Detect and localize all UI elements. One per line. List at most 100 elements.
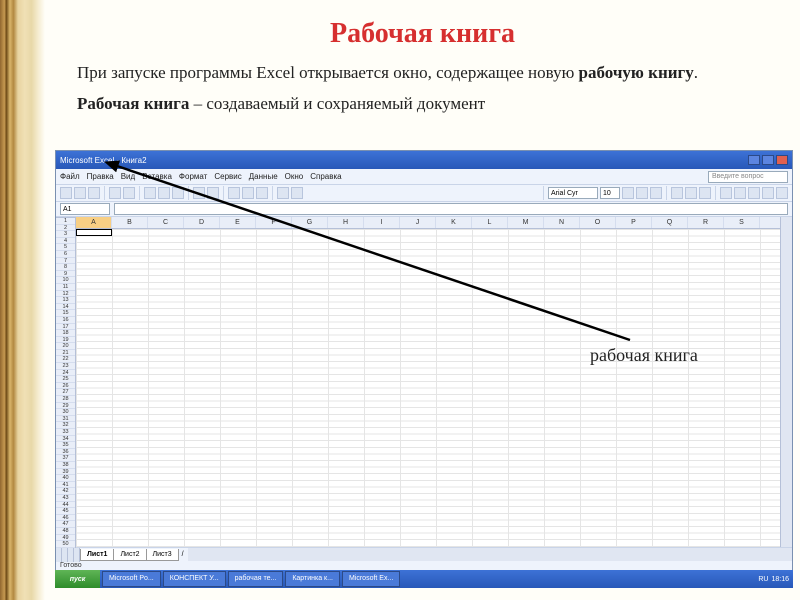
row-header-9[interactable]: 9: [56, 271, 75, 278]
taskbar-item-2[interactable]: КОНСПЕКТ У...: [163, 571, 226, 587]
drawing-icon[interactable]: [291, 187, 303, 199]
chart-icon[interactable]: [277, 187, 289, 199]
menu-tools[interactable]: Сервис: [214, 172, 241, 181]
sheet-tab-2[interactable]: Лист2: [113, 549, 146, 561]
cut-icon[interactable]: [144, 187, 156, 199]
menu-help[interactable]: Справка: [310, 172, 341, 181]
save-icon[interactable]: [88, 187, 100, 199]
column-header-N[interactable]: N: [544, 217, 580, 228]
close-icon[interactable]: [776, 155, 788, 165]
percent-icon[interactable]: [734, 187, 746, 199]
column-header-L[interactable]: L: [472, 217, 508, 228]
taskbar-item-4[interactable]: Картинка к...: [285, 571, 340, 587]
taskbar-item-1[interactable]: Microsoft Po...: [102, 571, 161, 587]
column-header-B[interactable]: B: [112, 217, 148, 228]
row-header-31[interactable]: 31: [56, 416, 75, 423]
row-header-24[interactable]: 24: [56, 370, 75, 377]
column-header-F[interactable]: F: [256, 217, 292, 228]
row-header-34[interactable]: 34: [56, 436, 75, 443]
row-header-26[interactable]: 26: [56, 383, 75, 390]
font-size-selector[interactable]: 10: [600, 187, 620, 199]
row-header-3[interactable]: 3: [56, 231, 75, 238]
row-header-41[interactable]: 41: [56, 482, 75, 489]
start-button[interactable]: пуск: [55, 570, 100, 588]
font-color-icon[interactable]: [776, 187, 788, 199]
new-icon[interactable]: [60, 187, 72, 199]
open-icon[interactable]: [74, 187, 86, 199]
row-header-40[interactable]: 40: [56, 475, 75, 482]
column-header-C[interactable]: C: [148, 217, 184, 228]
column-header-R[interactable]: R: [688, 217, 724, 228]
column-header-A[interactable]: A: [76, 217, 112, 228]
row-header-12[interactable]: 12: [56, 291, 75, 298]
menu-edit[interactable]: Правка: [87, 172, 114, 181]
row-header-11[interactable]: 11: [56, 284, 75, 291]
tab-nav-arrows[interactable]: [56, 548, 80, 562]
row-header-43[interactable]: 43: [56, 495, 75, 502]
row-header-48[interactable]: 48: [56, 528, 75, 535]
name-box[interactable]: A1: [60, 203, 110, 215]
row-header-23[interactable]: 23: [56, 363, 75, 370]
sheet-tab-1[interactable]: Лист1: [80, 549, 114, 561]
row-header-28[interactable]: 28: [56, 396, 75, 403]
row-header-22[interactable]: 22: [56, 356, 75, 363]
formula-input[interactable]: [114, 203, 788, 215]
row-header-19[interactable]: 19: [56, 337, 75, 344]
help-question-input[interactable]: Введите вопрос: [708, 171, 788, 183]
undo-icon[interactable]: [193, 187, 205, 199]
column-header-Q[interactable]: Q: [652, 217, 688, 228]
menu-insert[interactable]: Вставка: [142, 172, 172, 181]
currency-icon[interactable]: [720, 187, 732, 199]
row-header-30[interactable]: 30: [56, 409, 75, 416]
italic-icon[interactable]: [636, 187, 648, 199]
row-header-21[interactable]: 21: [56, 350, 75, 357]
taskbar-item-5[interactable]: Microsoft Ex...: [342, 571, 400, 587]
row-header-6[interactable]: 6: [56, 251, 75, 258]
row-header-25[interactable]: 25: [56, 376, 75, 383]
row-header-4[interactable]: 4: [56, 238, 75, 245]
maximize-icon[interactable]: [762, 155, 774, 165]
row-header-39[interactable]: 39: [56, 469, 75, 476]
sheet-tab-3[interactable]: Лист3: [146, 549, 179, 561]
menu-file[interactable]: Файл: [60, 172, 80, 181]
row-header-18[interactable]: 18: [56, 330, 75, 337]
cell-grid[interactable]: [76, 229, 780, 547]
column-header-K[interactable]: K: [436, 217, 472, 228]
paste-icon[interactable]: [172, 187, 184, 199]
menu-window[interactable]: Окно: [285, 172, 304, 181]
active-cell[interactable]: [76, 229, 112, 236]
column-header-D[interactable]: D: [184, 217, 220, 228]
lang-indicator[interactable]: RU: [758, 576, 768, 583]
menu-data[interactable]: Данные: [249, 172, 278, 181]
fill-color-icon[interactable]: [762, 187, 774, 199]
menu-view[interactable]: Вид: [121, 172, 135, 181]
row-header-45[interactable]: 45: [56, 508, 75, 515]
row-header-13[interactable]: 13: [56, 297, 75, 304]
column-header-G[interactable]: G: [292, 217, 328, 228]
font-selector[interactable]: Arial Cyr: [548, 187, 598, 199]
column-header-S[interactable]: S: [724, 217, 760, 228]
row-header-47[interactable]: 47: [56, 521, 75, 528]
sum-icon[interactable]: [228, 187, 240, 199]
row-header-8[interactable]: 8: [56, 264, 75, 271]
copy-icon[interactable]: [158, 187, 170, 199]
row-header-37[interactable]: 37: [56, 455, 75, 462]
bold-icon[interactable]: [622, 187, 634, 199]
row-header-36[interactable]: 36: [56, 449, 75, 456]
align-right-icon[interactable]: [699, 187, 711, 199]
row-header-42[interactable]: 42: [56, 488, 75, 495]
row-header-1[interactable]: 1: [56, 218, 75, 225]
row-header-2[interactable]: 2: [56, 225, 75, 232]
column-header-E[interactable]: E: [220, 217, 256, 228]
preview-icon[interactable]: [123, 187, 135, 199]
sort-asc-icon[interactable]: [242, 187, 254, 199]
row-header-20[interactable]: 20: [56, 343, 75, 350]
row-header-33[interactable]: 33: [56, 429, 75, 436]
vertical-scrollbar[interactable]: [780, 217, 792, 547]
row-header-17[interactable]: 17: [56, 324, 75, 331]
row-header-10[interactable]: 10: [56, 277, 75, 284]
column-header-J[interactable]: J: [400, 217, 436, 228]
align-center-icon[interactable]: [685, 187, 697, 199]
column-header-O[interactable]: O: [580, 217, 616, 228]
underline-icon[interactable]: [650, 187, 662, 199]
